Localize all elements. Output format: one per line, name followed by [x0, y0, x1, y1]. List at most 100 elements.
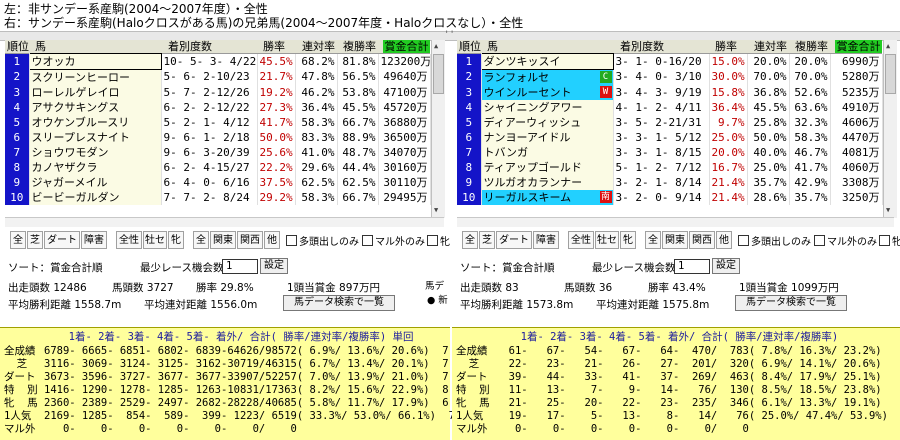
- cell-horse-name: スリープレスナイト: [29, 130, 162, 145]
- header-line-right: 右：サンデー系産駒(Haloクロスがある馬)の兄弟馬(2004〜2007年度・H…: [4, 16, 524, 30]
- table-row[interactable]: 10 ビービーガルダン 7- 7- 2- 8/24 29.2% 58.3% 66.7% 29…: [5, 190, 431, 205]
- col-win-header[interactable]: 勝率: [263, 40, 285, 53]
- filter-all-sex-button[interactable]: 全性: [116, 231, 142, 249]
- stats-label: 全成績: [4, 345, 36, 357]
- table-row[interactable]: 4 アサクサキングス 6- 2- 2-12/22 27.3% 36.4% 45.5% 457…: [5, 100, 431, 115]
- table-row[interactable]: 9 ツルガオカランナー 3- 2- 1- 8/14 21.4% 35.7% 42.9% 33…: [457, 175, 883, 190]
- table-row[interactable]: 5 オウケンブルースリ 5- 2- 1- 4/12 41.7% 58.3% 66.7% 36…: [5, 115, 431, 130]
- filter-female-button[interactable]: 牝: [620, 231, 636, 249]
- filter-all-sex-button[interactable]: 全性: [568, 231, 594, 249]
- filter-jump-button[interactable]: 障害: [533, 231, 559, 249]
- filter-other-button[interactable]: 他: [264, 231, 280, 249]
- cell-place-rate: 58.3%: [295, 190, 338, 205]
- table-row[interactable]: 2 スクリーンヒーロー 5- 6- 2-10/23 21.7% 47.8% 56.5% 49…: [5, 69, 431, 85]
- set-button[interactable]: 設定: [260, 258, 288, 274]
- filter-all-region-button[interactable]: 全: [193, 231, 209, 249]
- cell-prize: 3250万: [830, 190, 883, 205]
- filter-male-button[interactable]: 牡セ: [595, 231, 619, 249]
- filter-dirt-button[interactable]: ダート: [44, 231, 80, 249]
- filter-all-surface-button[interactable]: 全: [462, 231, 478, 249]
- min-races-input[interactable]: 1: [222, 259, 258, 274]
- table-row[interactable]: 2 ランフォルセ C 3- 4- 0- 3/10 30.0% 70.0% 70.0% 5280…: [457, 69, 883, 85]
- cell-rank: 10: [457, 190, 482, 205]
- filter-turf-button[interactable]: 芝: [27, 231, 43, 249]
- stats-row: 0- 0- 0- 0- 0- 0/ 0: [496, 423, 749, 435]
- cell-show-rate: 41.7%: [789, 160, 831, 175]
- scroll-down-icon[interactable]: ▼: [434, 206, 438, 214]
- vertical-scrollbar[interactable]: ▲ ▼: [431, 40, 445, 218]
- scroll-down-icon[interactable]: ▼: [886, 206, 890, 214]
- filter-kanto-button[interactable]: 関東: [210, 231, 236, 249]
- table-row[interactable]: 4 シャイニングアワー 4- 1- 2- 4/11 36.4% 45.5% 63.6% 49…: [457, 100, 883, 115]
- scroll-up-icon[interactable]: ▲: [886, 42, 890, 50]
- table-row[interactable]: 3 ウインルーセント W 3- 4- 3- 9/19 15.8% 36.8% 52.6% 52…: [457, 85, 883, 100]
- table-row[interactable]: 6 ナンヨーアイドル 3- 3- 1- 5/12 25.0% 50.0% 58.3% 447…: [457, 130, 883, 145]
- filter-jump-button[interactable]: 障害: [81, 231, 107, 249]
- col-record-header[interactable]: 着別度数: [168, 40, 212, 53]
- table-row[interactable]: 1 ウオッカ 10- 5- 3- 4/22 45.5% 68.2% 81.8% 123200…: [5, 53, 431, 70]
- table-row[interactable]: 8 カノヤザクラ 6- 2- 4-15/27 22.2% 29.6% 44.4% 30160…: [5, 160, 431, 175]
- cell-win-rate: 37.5%: [257, 175, 296, 190]
- cell-prize: 30160万: [378, 160, 431, 175]
- filter-dirt-button[interactable]: ダート: [496, 231, 532, 249]
- col-record-header[interactable]: 着別度数: [620, 40, 664, 53]
- table-row[interactable]: 3 ローレルゲレイロ 5- 7- 2-12/26 19.2% 46.2% 53.8% 471…: [5, 85, 431, 100]
- cell-record: 6- 2- 2-12/22: [161, 100, 258, 115]
- table-row[interactable]: 7 トバンガ 3- 3- 1- 8/15 20.0% 40.0% 46.7% 4081万: [457, 145, 883, 160]
- foreign-checkbox[interactable]: マル外のみ: [362, 233, 425, 248]
- col-show-header[interactable]: 複勝率: [343, 40, 376, 53]
- horse-data-radio[interactable]: ● 新: [427, 292, 448, 306]
- horizontal-scrollbar[interactable]: [457, 217, 894, 227]
- min-races-input[interactable]: 1: [674, 259, 710, 274]
- col-name-header[interactable]: 馬: [487, 40, 498, 53]
- filter-male-button[interactable]: 牡セ: [143, 231, 167, 249]
- horse-search-list-button[interactable]: 馬データ検索で一覧: [735, 295, 847, 311]
- col-show-header[interactable]: 複勝率: [795, 40, 828, 53]
- vertical-scrollbar[interactable]: ▲ ▼: [883, 40, 897, 218]
- col-name-header[interactable]: 馬: [35, 40, 46, 53]
- avg-place-distance: 平均連対距離 1575.8m: [596, 299, 710, 311]
- scroll-up-icon[interactable]: ▲: [434, 42, 438, 50]
- filter-all-surface-button[interactable]: 全: [10, 231, 26, 249]
- col-place-header[interactable]: 連対率: [754, 40, 787, 53]
- filter-turf-button[interactable]: 芝: [479, 231, 495, 249]
- table-row[interactable]: 5 ディアーウィッシュ 3- 5- 2-21/31 9.7% 25.8% 32.3% 460…: [457, 115, 883, 130]
- multi-runner-checkbox[interactable]: 多頭出しのみ: [286, 233, 359, 248]
- col-prize-header[interactable]: 賞金合計: [835, 40, 882, 53]
- scroll-thumb[interactable]: [433, 54, 444, 94]
- stats-row: 3116- 3069- 3124- 3125- 3162-30719/46315…: [44, 358, 449, 370]
- horse-search-list-button[interactable]: 馬データ検索で一覧: [283, 295, 395, 311]
- filter-kansai-button[interactable]: 関西: [689, 231, 715, 249]
- table-row[interactable]: 6 スリープレスナイト 9- 6- 1- 2/18 50.0% 83.3% 88.9% 36…: [5, 130, 431, 145]
- col-prize-header[interactable]: 賞金合計: [383, 40, 430, 53]
- multi-runner-checkbox[interactable]: 多頭出しのみ: [738, 233, 811, 248]
- scroll-thumb[interactable]: [885, 54, 896, 94]
- cell-horse-name: カノヤザクラ: [29, 160, 162, 175]
- col-place-header[interactable]: 連対率: [302, 40, 335, 53]
- cell-rank: 2: [457, 69, 482, 85]
- table-row[interactable]: 7 ショウワモダン 9- 6- 3-20/39 25.6% 41.0% 48.7% 3407…: [5, 145, 431, 160]
- cell-place-rate: 68.2%: [295, 53, 338, 70]
- table-row[interactable]: 8 ティアップゴールド 5- 1- 2- 7/12 16.7% 25.0% 41.7% 40…: [457, 160, 883, 175]
- filter-female-button[interactable]: 牝: [168, 231, 184, 249]
- filter-other-button[interactable]: 他: [716, 231, 732, 249]
- cell-win-rate: 25.6%: [257, 145, 296, 160]
- cell-prize: 4910万: [830, 100, 883, 115]
- col-win-header[interactable]: 勝率: [715, 40, 737, 53]
- foreign-checkbox[interactable]: マル外のみ: [814, 233, 877, 248]
- horizontal-scrollbar[interactable]: [5, 217, 444, 227]
- filter-all-region-button[interactable]: 全: [645, 231, 661, 249]
- table-row[interactable]: 9 ジャガーメイル 6- 4- 0- 6/16 37.5% 62.5% 62.5% 3011…: [5, 175, 431, 190]
- cell-show-rate: 44.4%: [337, 160, 379, 175]
- table-row[interactable]: 10 リーガルスキーム南 3- 2- 0- 9/14 21.4% 28.6% 35.7% 3…: [457, 190, 883, 205]
- table-row[interactable]: 1 ダンツキッスイ 3- 1- 0-16/20 15.0% 20.0% 20.0% 6990…: [457, 53, 883, 70]
- cell-record: 5- 7- 2-12/26: [161, 85, 258, 100]
- filter-kanto-button[interactable]: 関東: [662, 231, 688, 249]
- cell-prize: 34070万: [378, 145, 431, 160]
- col-rank-header[interactable]: 順位: [459, 40, 481, 53]
- set-button[interactable]: 設定: [712, 258, 740, 274]
- female-checkbox[interactable]: 牝: [879, 233, 900, 248]
- col-rank-header[interactable]: 順位: [7, 40, 29, 53]
- filter-kansai-button[interactable]: 関西: [237, 231, 263, 249]
- female-checkbox[interactable]: 牝: [427, 233, 450, 248]
